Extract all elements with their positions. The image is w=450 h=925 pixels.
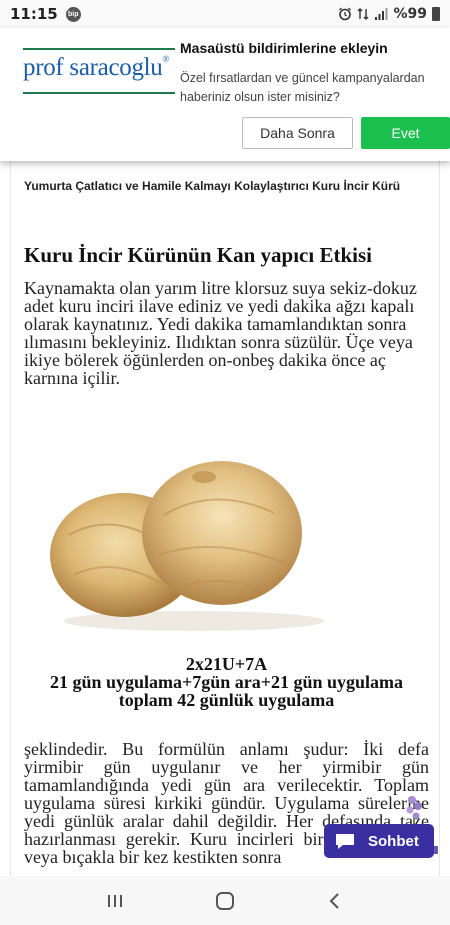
system-nav-bar	[0, 876, 450, 925]
logo-line-top	[23, 48, 175, 50]
bip-badge-icon: bip	[65, 6, 81, 22]
notification-prompt: prof saracoglu® Masaüstü bildirimlerine …	[0, 28, 450, 161]
dried-figs-illustration	[50, 461, 324, 631]
recent-apps-button[interactable]	[95, 886, 135, 916]
later-button[interactable]: Daha Sonra	[242, 117, 353, 149]
recent-apps-icon	[108, 894, 122, 907]
paragraph-intro: Kaynamakta olan yarım litre klorsuz suya…	[24, 278, 417, 388]
brand-logo: prof saracoglu®	[23, 48, 175, 98]
section-heading: Kuru İncir Kürünün Kan yapıcı Etkisi	[24, 243, 372, 267]
formula-line: 2x21U+7A	[185, 654, 268, 674]
battery-percent: %99	[393, 6, 427, 22]
logo-text: prof saracoglu®	[23, 54, 170, 81]
article: Yumurta Çatlatıcı ve Hamile Kalmayı Kola…	[10, 161, 440, 876]
formula: 2x21U+7A 21 gün uygulama+7gün ara+21 gün…	[24, 655, 429, 709]
home-icon	[216, 891, 234, 910]
logo-line-bottom	[23, 92, 175, 94]
breadcrumb[interactable]: Yumurta Çatlatıcı ve Hamile Kalmayı Kola…	[24, 179, 424, 193]
chat-button[interactable]: Sohbet	[324, 824, 434, 858]
back-icon	[329, 892, 339, 909]
cell-signal-icon	[375, 8, 388, 20]
yes-button[interactable]: Evet	[361, 117, 450, 149]
prompt-title: Masaüstü bildirimlerine ekleyin	[180, 40, 388, 56]
chat-label: Sohbet	[368, 832, 419, 850]
home-button[interactable]	[205, 886, 245, 916]
status-time: 11:15	[10, 5, 58, 23]
status-icons: %99	[338, 6, 440, 22]
alarm-icon	[339, 7, 352, 21]
chat-bubble-icon	[336, 834, 354, 849]
status-bar: 11:15 bip %99	[0, 0, 450, 28]
data-signal-icon	[357, 8, 369, 20]
battery-icon	[432, 7, 440, 21]
prompt-text: Özel fırsatlardan ve güncel kampanyalard…	[180, 71, 425, 104]
dried-figs-image	[24, 405, 352, 643]
back-button[interactable]	[315, 886, 355, 916]
formula-line: toplam 42 günlük uygulama	[118, 690, 335, 710]
formula-line: 21 gün uygulama+7gün ara+21 gün uygulama	[49, 672, 404, 692]
